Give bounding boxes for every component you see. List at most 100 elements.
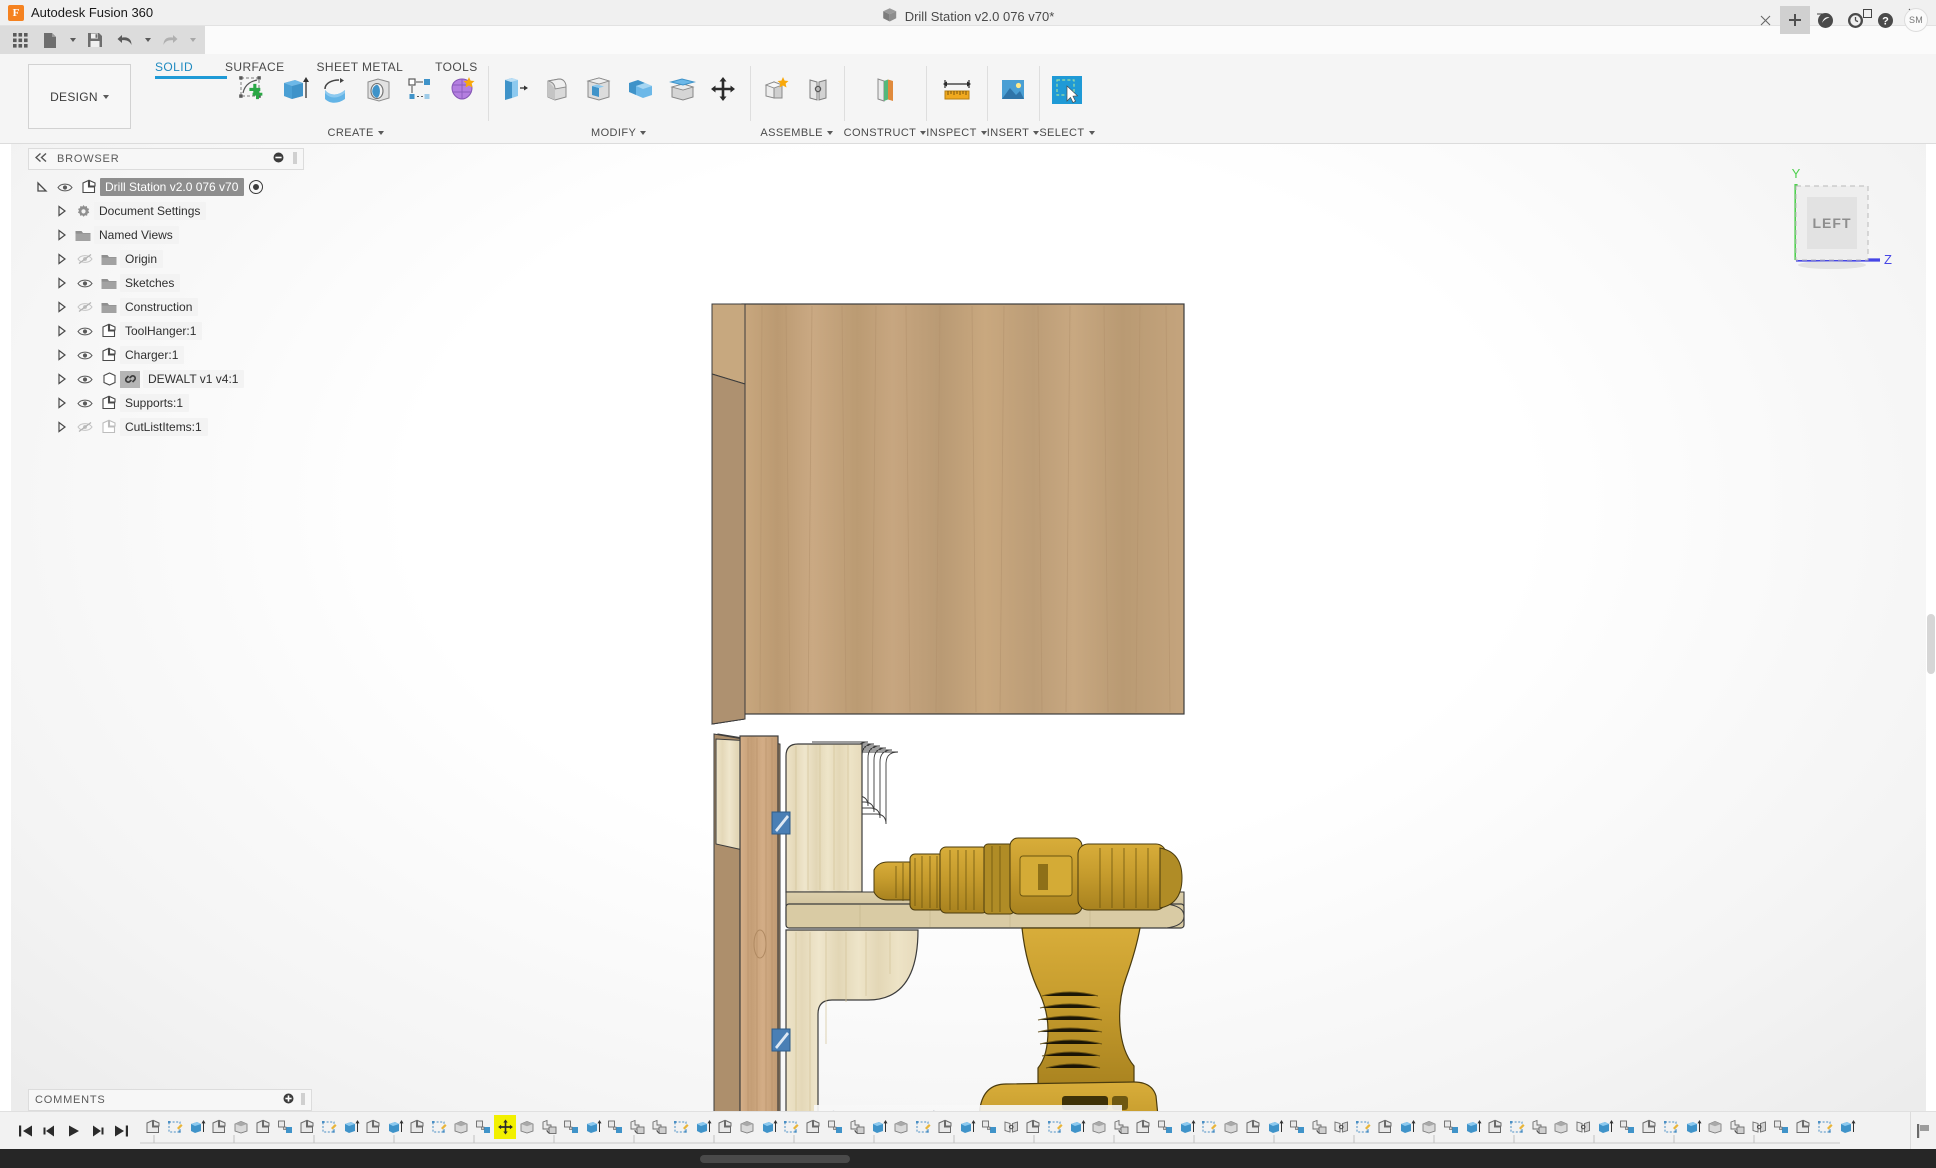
file-menu-caret-icon[interactable] [66,28,79,52]
body-icon [98,367,120,391]
move-copy-tool[interactable] [704,70,744,110]
timeline-go-to-end[interactable] [110,1118,132,1144]
redo-button[interactable] [156,28,184,52]
tree-item-label: Supports:1 [120,394,190,412]
create-sketch-tool[interactable] [232,70,272,110]
expand-triangle-icon[interactable] [52,223,72,247]
panel-create-label[interactable]: CREATE [224,125,488,143]
save-button[interactable] [81,28,109,52]
double-chevron-left-icon[interactable] [34,152,48,165]
workspace-selector[interactable]: DESIGN [28,64,131,129]
timeline-play[interactable] [62,1118,84,1144]
new-component-tool[interactable] [756,70,796,110]
timeline-track[interactable] [140,1112,1910,1150]
tree-row-supports[interactable]: Supports:1 [32,391,310,415]
undo-caret-icon[interactable] [141,28,154,52]
expand-triangle-icon[interactable] [52,343,72,367]
pattern-tool[interactable] [400,70,440,110]
visibility-eye-icon[interactable] [72,343,98,367]
visibility-eye-hidden-icon[interactable] [72,415,98,439]
panel-insert-label[interactable]: INSERT [987,125,1040,143]
split-face-tool[interactable] [662,70,702,110]
tree-row-document-settings[interactable]: Document Settings [32,199,310,223]
extrude-tool[interactable] [274,70,314,110]
help-button[interactable]: ? [1870,6,1900,34]
fillet-tool[interactable] [536,70,576,110]
document-tab[interactable]: Drill Station v2.0 076 v70* [882,7,1054,26]
tree-row-cutlistitems[interactable]: CutListItems:1 [32,415,310,439]
sphere-tool[interactable] [358,70,398,110]
panel-modify-label[interactable]: MODIFY [488,125,750,143]
minus-circle-icon[interactable] [273,152,284,166]
visibility-eye-icon[interactable] [72,391,98,415]
tree-row-dewalt[interactable]: DEWALT v1 v4:1 [32,367,310,391]
expand-triangle-icon[interactable] [52,391,72,415]
offset-plane-tool[interactable] [865,70,905,110]
create-form-tool[interactable] [442,70,482,110]
visibility-eye-hidden-icon[interactable] [72,247,98,271]
tab-solid[interactable]: SOLID [139,58,209,76]
horizontal-scrollbar[interactable] [700,1155,850,1163]
undo-button[interactable] [111,28,139,52]
job-status-button[interactable] [1810,6,1840,34]
grip-icon[interactable] [293,151,297,167]
expand-triangle-icon[interactable] [52,295,72,319]
panel-construct-label[interactable]: CONSTRUCT [844,125,927,143]
visibility-eye-icon[interactable] [72,319,98,343]
expand-triangle-icon[interactable] [52,199,72,223]
visibility-eye-hidden-icon[interactable] [72,295,98,319]
plus-circle-icon[interactable] [283,1093,294,1107]
tree-root-label: Drill Station v2.0 076 v70 [100,178,245,196]
show-data-panel-button[interactable] [6,28,34,52]
revolve-tool[interactable] [316,70,356,110]
tree-row-named-views[interactable]: Named Views [32,223,310,247]
tree-row-construction[interactable]: Construction [32,295,310,319]
tree-row-sketches[interactable]: Sketches [32,271,310,295]
file-menu-button[interactable] [36,28,64,52]
visibility-eye-icon[interactable] [52,175,78,199]
view-cube[interactable]: Y Z LEFT [1776,164,1896,279]
tree-row-root[interactable]: Drill Station v2.0 076 v70 [32,175,310,199]
document-tab-close-button[interactable] [1750,6,1780,34]
measure-tool[interactable] [937,70,977,110]
activate-component-radio[interactable] [249,180,264,194]
panel-inspect-label[interactable]: INSPECT [926,125,987,143]
main-area: BROWSER Drill Station v2.0 076 v70 Docum… [0,144,1936,1168]
timeline-step-back[interactable] [38,1118,60,1144]
shell-tool[interactable] [578,70,618,110]
expand-triangle-icon[interactable] [52,271,72,295]
expand-triangle-icon[interactable] [52,319,72,343]
comments-panel: COMMENTS [28,1089,312,1111]
tree-row-toolhanger[interactable]: ToolHanger:1 [32,319,310,343]
gear-icon [72,199,94,223]
browser-tree: Drill Station v2.0 076 v70 Document Sett… [0,175,310,439]
canvas-scrollbar-vertical[interactable] [1926,144,1936,1168]
panel-select-label[interactable]: SELECT [1039,125,1095,143]
expand-triangle-open-icon[interactable] [32,175,52,199]
component-icon [98,391,120,415]
expand-triangle-icon[interactable] [52,415,72,439]
grip-icon[interactable] [301,1092,305,1108]
timeline-go-to-beginning[interactable] [14,1118,36,1144]
3d-canvas[interactable]: BROWSER Drill Station v2.0 076 v70 Docum… [0,144,1936,1168]
expand-triangle-icon[interactable] [52,367,72,391]
select-tool[interactable] [1047,70,1087,110]
timeline-step-forward[interactable] [86,1118,108,1144]
tree-row-charger[interactable]: Charger:1 [32,343,310,367]
insert-image-tool[interactable] [993,70,1033,110]
combine-tool[interactable] [620,70,660,110]
browser-header: BROWSER [28,148,304,170]
timeline-end-marker[interactable] [1910,1111,1936,1150]
recent-activity-button[interactable] [1840,6,1870,34]
joint-tool[interactable] [798,70,838,110]
redo-caret-icon[interactable] [186,28,199,52]
avatar[interactable]: SM [1904,8,1928,32]
visibility-eye-icon[interactable] [72,367,98,391]
new-tab-button[interactable] [1780,6,1810,34]
tree-row-origin[interactable]: Origin [32,247,310,271]
expand-triangle-icon[interactable] [52,247,72,271]
panel-assemble-label[interactable]: ASSEMBLE [750,125,844,143]
press-pull-tool[interactable] [494,70,534,110]
tree-item-label: Document Settings [94,202,207,220]
visibility-eye-icon[interactable] [72,271,98,295]
